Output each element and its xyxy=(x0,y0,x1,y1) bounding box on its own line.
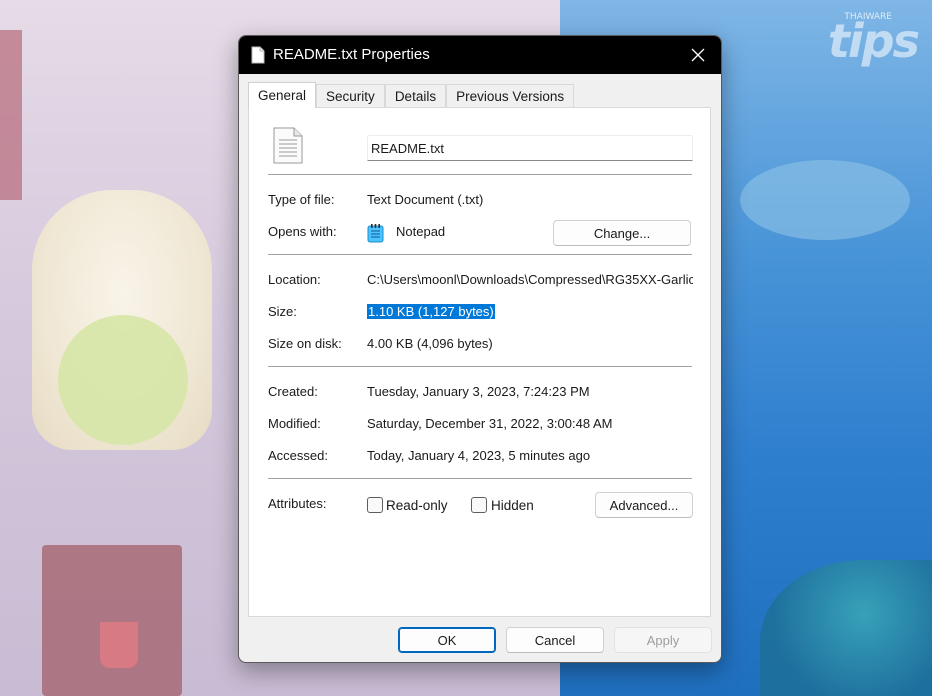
size-on-disk-label: Size on disk: xyxy=(268,336,342,351)
text-file-icon xyxy=(273,127,303,164)
modified-value[interactable]: Saturday, December 31, 2022, 3:00:48 AM xyxy=(367,416,612,431)
close-icon xyxy=(691,48,705,62)
properties-dialog: README.txt Properties General Security D… xyxy=(238,35,722,663)
wallpaper-whale xyxy=(740,160,910,240)
accessed-value[interactable]: Today, January 4, 2023, 5 minutes ago xyxy=(367,448,590,463)
type-of-file-label: Type of file: xyxy=(268,192,335,207)
hidden-label-text: Hidden xyxy=(491,498,534,513)
cancel-button-label: Cancel xyxy=(534,632,576,648)
ok-button-label: OK xyxy=(437,632,457,648)
cancel-button[interactable]: Cancel xyxy=(506,627,604,653)
size-on-disk-value[interactable]: 4.00 KB (4,096 bytes) xyxy=(367,336,493,351)
hidden-label[interactable]: Hidden xyxy=(491,498,534,513)
file-name-field[interactable] xyxy=(367,135,693,161)
size-value-selection: 1.10 KB (1,127 bytes) xyxy=(367,304,495,319)
title-bar[interactable]: README.txt Properties xyxy=(239,36,721,74)
created-label: Created: xyxy=(268,384,318,399)
modified-label: Modified: xyxy=(268,416,321,431)
location-label: Location: xyxy=(268,272,321,287)
type-of-file-value: Text Document (.txt) xyxy=(367,192,484,207)
document-icon xyxy=(251,46,265,64)
wallpaper-shelf xyxy=(42,545,182,696)
opens-with-label: Opens with: xyxy=(268,224,337,239)
tab-previous-versions[interactable]: Previous Versions xyxy=(446,84,575,108)
dialog-title: README.txt Properties xyxy=(273,46,430,63)
separator xyxy=(268,174,692,175)
accessed-label: Accessed: xyxy=(268,448,328,463)
advanced-button[interactable]: Advanced... xyxy=(595,492,693,518)
separator xyxy=(268,366,692,367)
created-value[interactable]: Tuesday, January 3, 2023, 7:24:23 PM xyxy=(367,384,590,399)
wallpaper-window-frame xyxy=(0,30,22,200)
tab-security[interactable]: Security xyxy=(316,84,385,108)
apply-button-label: Apply xyxy=(646,632,680,648)
opens-with-value: Notepad xyxy=(396,224,446,239)
tab-general[interactable]: General xyxy=(248,82,317,108)
close-button[interactable] xyxy=(675,36,721,74)
apply-button[interactable]: Apply xyxy=(614,627,712,653)
readonly-checkbox[interactable] xyxy=(367,497,383,513)
general-panel: Type of file: Text Document (.txt) Opens… xyxy=(248,107,711,617)
readonly-label[interactable]: Read-only xyxy=(386,498,448,513)
change-button[interactable]: Change... xyxy=(553,220,691,246)
size-value[interactable]: 1.10 KB (1,127 bytes) xyxy=(367,304,495,319)
change-button-label: Change... xyxy=(593,225,651,241)
watermark-logo: tips xyxy=(827,14,920,68)
tab-strip: General Security Details Previous Versio… xyxy=(248,82,575,108)
advanced-button-label: Advanced... xyxy=(609,497,679,513)
wallpaper-plant-pot xyxy=(100,622,138,668)
readonly-label-text: Read-only xyxy=(386,498,448,513)
ok-button[interactable]: OK xyxy=(398,627,496,653)
size-label: Size: xyxy=(268,304,297,319)
separator xyxy=(268,254,692,255)
hidden-checkbox[interactable] xyxy=(471,497,487,513)
separator xyxy=(268,478,692,479)
notepad-icon xyxy=(367,224,384,243)
attributes-label: Attributes: xyxy=(268,496,327,511)
wallpaper-calendar-grid xyxy=(58,315,188,445)
tab-details[interactable]: Details xyxy=(384,84,447,108)
location-value[interactable]: C:\Users\moonl\Downloads\Compressed\RG35… xyxy=(367,272,693,287)
